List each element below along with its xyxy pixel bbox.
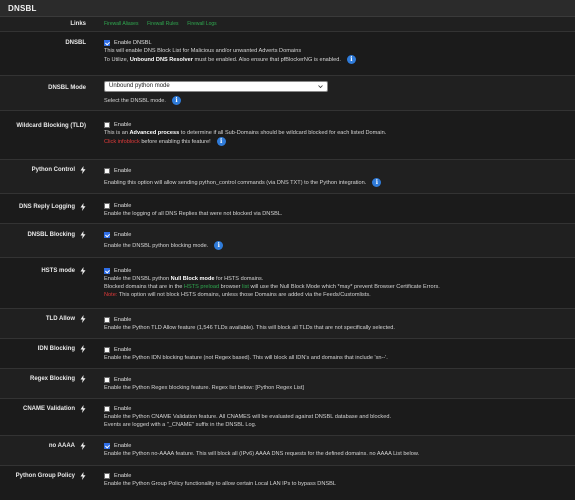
- tld-allow-row: TLD Allow Enable Enable the Python TLD A…: [0, 309, 575, 339]
- regex-label: Regex Blocking: [30, 375, 86, 383]
- python-control-help: Enabling this option will allow sending …: [104, 178, 567, 188]
- bolt-icon: [80, 405, 86, 413]
- bolt-icon: [80, 267, 86, 275]
- wildcard-help-1: This is an Advanced process to determine…: [104, 130, 387, 137]
- info-icon[interactable]: i: [171, 96, 181, 105]
- dnsbl-help-1: This will enable DNS Block List for Mali…: [104, 48, 302, 55]
- links-label: Links: [70, 21, 86, 27]
- bolt-icon: [80, 345, 86, 353]
- chevron-down-icon: [318, 85, 323, 89]
- info-icon[interactable]: i: [372, 178, 382, 188]
- bolt-icon: [80, 442, 86, 450]
- dnsbl-mode-select[interactable]: Unbound python mode: [104, 81, 328, 92]
- hsts-help-2: Blocked domains that are in the HSTS pre…: [104, 284, 440, 291]
- wildcard-help-2: Click infoblock before enabling this fea…: [104, 137, 567, 147]
- dnsbl-mode-row: DNSBL Mode Unbound python mode Select th…: [0, 76, 575, 111]
- wildcard-checkbox[interactable]: [104, 122, 110, 128]
- tld-allow-help: Enable the Python TLD Allow feature (1,5…: [104, 325, 395, 332]
- cname-help-2: Events are logged with a "_CNAME" suffix…: [104, 422, 257, 429]
- dns-reply-checkbox[interactable]: [104, 203, 110, 209]
- hsts-help-3: Note: This option will not block HSTS do…: [104, 292, 371, 299]
- wildcard-label: Wildcard Blocking (TLD): [16, 123, 86, 129]
- python-control-row: Python Control Enable Enabling this opti…: [0, 160, 575, 194]
- firewall-rules-link[interactable]: Firewall Rules: [147, 21, 178, 27]
- hsts-help-1: Enable the DNSBL python Null Block mode …: [104, 276, 264, 283]
- dnsbl-blocking-help: Enable the DNSBL python blocking mode. i: [104, 241, 567, 251]
- bolt-icon: [80, 166, 86, 174]
- dnsbl-mode-label: DNSBL Mode: [48, 85, 86, 91]
- dnsbl-label: DNSBL: [65, 40, 86, 46]
- bolt-icon: [80, 203, 86, 211]
- dnsbl-help-2: To Utilize, Unbound DNS Resolver must be…: [104, 55, 567, 65]
- panel-title: DNSBL: [8, 3, 37, 13]
- python-control-label: Python Control: [32, 166, 86, 174]
- idn-help: Enable the Python IDN blocking feature (…: [104, 355, 388, 362]
- cname-label: CNAME Validation: [23, 405, 86, 413]
- dnsbl-blocking-checkbox[interactable]: [104, 232, 110, 238]
- dnsbl-checkbox[interactable]: [104, 40, 110, 46]
- wildcard-row: Wildcard Blocking (TLD) Enable This is a…: [0, 111, 575, 160]
- dnsbl-blocking-label: DNSBL Blocking: [27, 231, 86, 239]
- idn-row: IDN Blocking Enable Enable the Python ID…: [0, 339, 575, 369]
- dnsbl-row: DNSBL Enable DNSBL This will enable DNS …: [0, 32, 575, 76]
- bolt-icon: [80, 315, 86, 323]
- cname-checkbox[interactable]: [104, 406, 110, 412]
- hsts-checkbox[interactable]: [104, 268, 110, 274]
- infoblock-link[interactable]: Click infoblock: [104, 139, 140, 145]
- python-control-checkbox[interactable]: [104, 168, 110, 174]
- dnsbl-blocking-row: DNSBL Blocking Enable Enable the DNSBL p…: [0, 224, 575, 258]
- idn-checkbox[interactable]: [104, 347, 110, 353]
- group-policy-label: Python Group Policy: [16, 472, 86, 480]
- firewall-logs-link[interactable]: Firewall Logs: [187, 21, 216, 27]
- dns-reply-label: DNS Reply Logging: [19, 203, 86, 211]
- hsts-row: HSTS mode Enable Enable the DNSBL python…: [0, 258, 575, 309]
- no-aaaa-help: Enable the Python no-AAAA feature. This …: [104, 451, 420, 458]
- idn-label: IDN Blocking: [38, 345, 86, 353]
- cname-help-1: Enable the Python CNAME Validation featu…: [104, 414, 391, 421]
- dnsbl-panel: DNSBL Links Firewall Aliases Firewall Ru…: [0, 0, 575, 500]
- no-aaaa-label: no AAAA: [49, 442, 86, 450]
- no-aaaa-checkbox[interactable]: [104, 443, 110, 449]
- firewall-aliases-link[interactable]: Firewall Aliases: [104, 21, 138, 27]
- info-icon[interactable]: i: [216, 137, 226, 147]
- panel-header: DNSBL: [0, 0, 575, 17]
- dns-reply-help: Enable the logging of all DNS Replies th…: [104, 211, 283, 218]
- group-policy-row: Python Group Policy Enable Enable the Py…: [0, 466, 575, 500]
- bolt-icon: [80, 375, 86, 383]
- group-policy-help: Enable the Python Group Policy functiona…: [104, 481, 336, 488]
- regex-help: Enable the Python Regex blocking feature…: [104, 385, 304, 392]
- dns-reply-row: DNS Reply Logging Enable Enable the logg…: [0, 194, 575, 224]
- bolt-icon: [80, 231, 86, 239]
- info-icon[interactable]: i: [214, 241, 224, 251]
- tld-allow-label: TLD Allow: [46, 315, 86, 323]
- cname-row: CNAME Validation Enable Enable the Pytho…: [0, 399, 575, 436]
- dnsbl-mode-help: Select the DNSBL mode. i: [104, 96, 567, 105]
- no-aaaa-row: no AAAA Enable Enable the Python no-AAAA…: [0, 436, 575, 466]
- bolt-icon: [80, 472, 86, 480]
- info-icon[interactable]: i: [346, 55, 356, 65]
- regex-checkbox[interactable]: [104, 377, 110, 383]
- links-row: Links Firewall Aliases Firewall Rules Fi…: [0, 17, 575, 32]
- hsts-preload-link[interactable]: HSTS preload: [184, 284, 219, 290]
- hsts-label: HSTS mode: [41, 267, 86, 275]
- regex-row: Regex Blocking Enable Enable the Python …: [0, 369, 575, 399]
- group-policy-checkbox[interactable]: [104, 473, 110, 479]
- tld-allow-checkbox[interactable]: [104, 317, 110, 323]
- hsts-list-link[interactable]: list: [242, 284, 249, 290]
